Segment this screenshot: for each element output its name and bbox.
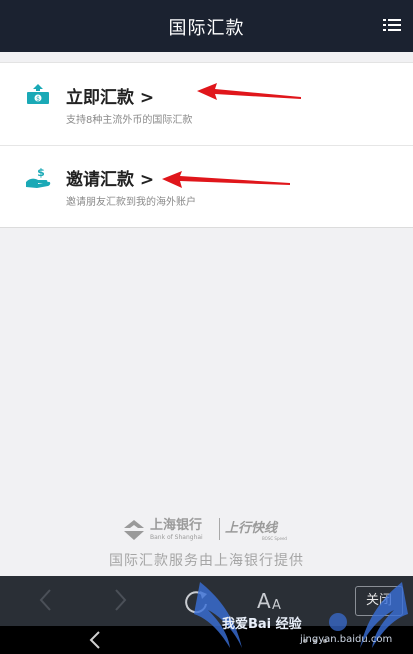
list-icon[interactable]: [383, 17, 401, 33]
svg-text:上行快线: 上行快线: [225, 520, 279, 536]
back-icon[interactable]: [38, 588, 54, 612]
svg-text:A: A: [257, 589, 271, 612]
svg-text:Bank of Shanghai: Bank of Shanghai: [150, 534, 203, 541]
hand-money-icon: $: [26, 166, 51, 188]
close-button[interactable]: 关闭: [355, 586, 403, 616]
svg-text:BOSC Speed: BOSC Speed: [262, 536, 287, 541]
invite-remit-label: 邀请汇款 >: [66, 170, 155, 190]
svg-text:$: $: [36, 96, 40, 103]
remit-now-label: 立即汇款 >: [66, 88, 155, 108]
annotation-arrow-2: [162, 171, 290, 188]
app-header: 国际汇款: [0, 0, 413, 52]
service-provider-note: 国际汇款服务由上海银行提供: [109, 553, 304, 569]
remit-now-description: 支持8种主流外币的国际汇款: [66, 115, 193, 126]
browser-toolbar: A A 关闭: [0, 576, 413, 626]
svg-text:上海银行: 上海银行: [150, 517, 202, 533]
watermark-text: 我爱Bai 经验: [222, 617, 302, 632]
remit-now-item[interactable]: $ 立即汇款 > 支持8种主流外币的国际汇款: [0, 63, 413, 146]
bank-of-shanghai-logo: 上海银行 Bank of Shanghai 上行快线 BOSC Speed: [124, 517, 287, 541]
refresh-icon[interactable]: [182, 588, 210, 616]
forward-icon[interactable]: [112, 588, 128, 612]
system-back-icon[interactable]: [88, 630, 102, 650]
page-title: 国际汇款: [168, 18, 245, 39]
money-transfer-icon: $: [27, 84, 49, 104]
svg-text:A: A: [272, 598, 281, 612]
watermark-url: jingyan.baidu.com: [300, 634, 393, 645]
svg-text:$: $: [37, 166, 45, 179]
invite-remit-description: 邀请朋友汇款到我的海外账户: [66, 197, 196, 208]
annotation-arrow-1: [197, 83, 301, 100]
font-size-icon[interactable]: A A: [257, 588, 287, 612]
